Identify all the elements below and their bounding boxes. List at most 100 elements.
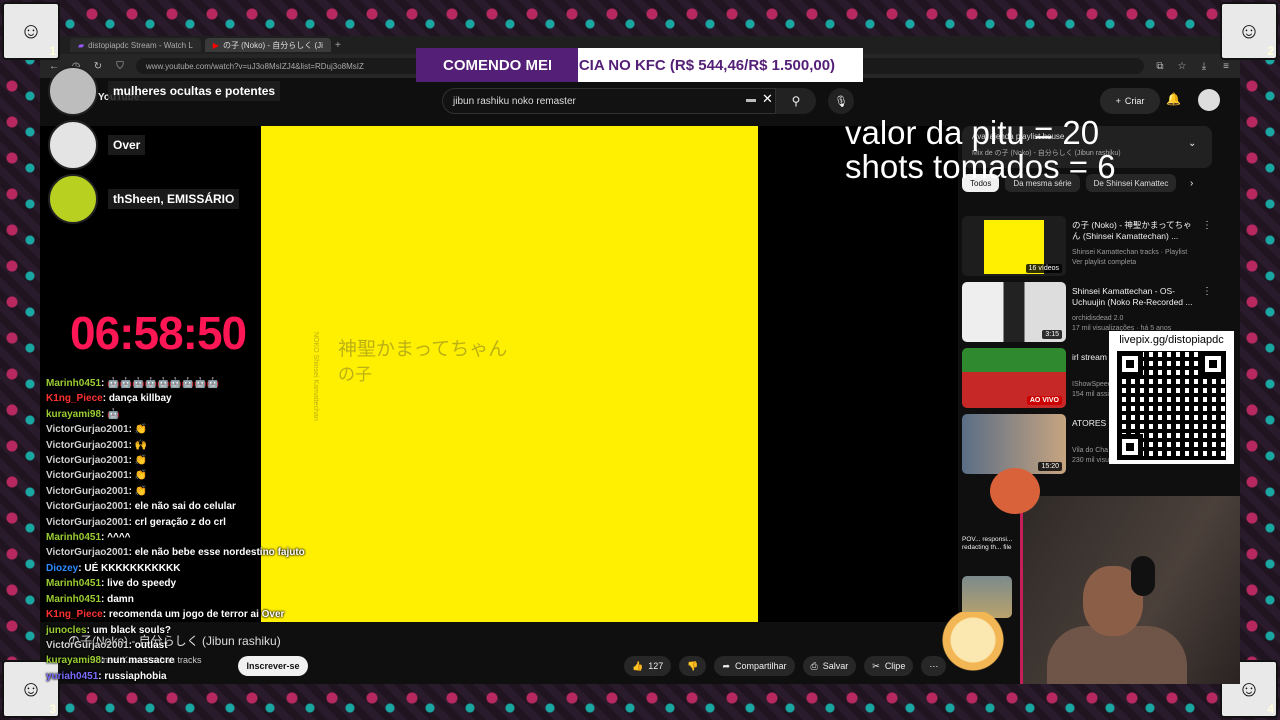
clear-search-icon[interactable]: ✕: [762, 91, 773, 107]
chat-username: VictorGurjao2001: [46, 470, 129, 482]
bookmark-icon: ⎙: [810, 660, 818, 671]
chat-text: live do speedy: [107, 578, 177, 590]
chatter-2: Over: [48, 120, 146, 170]
chat-username: VictorGurjao2001: [46, 639, 129, 651]
more-vert-icon[interactable]: ⋮: [1202, 286, 1212, 297]
anime-sticker: [938, 612, 1008, 682]
rec-title: POV... responsi... redacting th... file: [962, 536, 1013, 551]
chat-username: Marinh0451: [46, 578, 102, 590]
chat-text: ele não sai do celular: [134, 501, 236, 513]
corner-avatar-2: ☺ 2: [1220, 2, 1278, 60]
chat-username: yuriah0451: [46, 670, 99, 682]
download-icon[interactable]: ⤓: [1198, 61, 1210, 72]
tab-youtube[interactable]: ▶ の子 (Noko) - 自分らしく (Ji: [204, 38, 331, 52]
create-button[interactable]: + Criar: [1100, 88, 1160, 114]
tab-twitch[interactable]: ▰ distopiapdc Stream - Watch L: [70, 38, 201, 52]
more-vert-icon[interactable]: ⋮: [1202, 220, 1212, 231]
chat-message: junocles: um black souls?: [46, 624, 172, 636]
search-button[interactable]: ⚲: [776, 88, 816, 114]
menu-icon[interactable]: ≡: [1220, 61, 1232, 72]
chat-text: 🤖🤖🤖🤖🤖🤖🤖🤖🤖: [107, 378, 220, 389]
rec-title: の子 (Noko) - 神聖かまってちゃん (Shinsei Kamattech…: [1072, 220, 1192, 241]
chat-message: yuriah0451: russiaphobia: [46, 670, 167, 682]
chevron-right-icon[interactable]: ›: [1190, 178, 1193, 189]
chatter-3: thSheen, EMISSÁRIO: [48, 174, 240, 224]
rec-meta: Shinsei Kamattechan tracks · Playlist Ver…: [1072, 249, 1188, 266]
chat-message: VictorGurjao2001: 👏: [46, 470, 148, 482]
video-thumbnail: 15:20: [962, 414, 1066, 474]
chat-message: Marinh0451: live do speedy: [46, 578, 177, 590]
chat-message: VictorGurjao2001: crl geração z do crl: [46, 516, 226, 528]
chat-username: K1ng_Piece: [46, 393, 103, 405]
list-item[interactable]: 16 vídeos の子 (Noko) - 神聖かまってちゃん (Shinsei…: [962, 216, 1212, 278]
chevron-down-icon[interactable]: ⌄: [1188, 138, 1196, 149]
dislike-button[interactable]: 👎: [679, 656, 707, 676]
voice-search-button[interactable]: 🎙: [828, 88, 854, 114]
extension-icon[interactable]: ⧉: [1154, 61, 1166, 72]
chat-username: Marinh0451: [46, 532, 102, 544]
livepix-qr-panel: livepix.gg/distopiapdc: [1109, 331, 1234, 464]
save-button[interactable]: ⎙ Salvar: [802, 656, 857, 676]
chat-text: recomenda um jogo de terror ai Over: [108, 609, 285, 621]
chat-message: VictorGurjao2001: 👏: [46, 455, 148, 467]
qr-label: livepix.gg/distopiapdc: [1119, 334, 1224, 346]
chat-message: K1ng_Piece: recomenda um jogo de terror …: [46, 609, 285, 621]
chat-text: UÉ KKKKKKKKKKK: [84, 562, 181, 574]
chat-message: Marinh0451: damn: [46, 593, 134, 605]
keyboard-icon[interactable]: ▬: [746, 94, 756, 105]
thumbs-up-icon: 👍: [632, 660, 644, 671]
chat-text: nun massacre: [107, 655, 175, 667]
chat-username: Marinh0451: [46, 378, 102, 389]
chat-text: 👏: [134, 455, 148, 467]
chat-username: VictorGurjao2001: [46, 455, 129, 467]
dog-emote: [990, 468, 1040, 514]
chat-text: outlast: [134, 639, 168, 651]
chatter-avatar: [48, 174, 98, 224]
chat-message: K1ng_Piece: dança killbay: [46, 393, 172, 405]
chat-message: VictorGurjao2001: outlast: [46, 639, 168, 651]
rec-title: Shinsei Kamattechan - OS-Uchuujin (Noko …: [1072, 286, 1193, 307]
search-input[interactable]: jibun rashiku noko remaster: [442, 88, 776, 114]
stream-timer: 06:58:50: [70, 307, 247, 359]
donation-goal-banner: COMENDO MELANCIA NO KFC (R$ 544,46/R$ 1.…: [416, 48, 863, 82]
chat-username: junocles: [46, 624, 87, 636]
account-avatar[interactable]: [1198, 89, 1220, 111]
frame-bottom: [0, 684, 1280, 720]
microphone-icon: 🎙: [834, 95, 848, 108]
donation-goal-text: COMENDO MELANCIA NO KFC (R$ 544,46/R$ 1.…: [416, 57, 835, 74]
video-letterbox-right: [758, 126, 958, 622]
scissors-icon: ✂: [872, 660, 880, 671]
bookmark-icon[interactable]: ☆: [1176, 61, 1188, 72]
notifications-bell-icon[interactable]: 🔔: [1166, 92, 1181, 106]
chat-text: 👏: [134, 485, 148, 497]
chat-username: kurayami98: [46, 655, 102, 667]
chat-username: VictorGurjao2001: [46, 424, 129, 436]
qr-code: [1117, 351, 1226, 460]
chat-message: Marinh0451: 🤖🤖🤖🤖🤖🤖🤖🤖🤖: [46, 378, 220, 389]
chat-text: ^^^^: [107, 532, 131, 544]
chat-text: 🤖: [107, 408, 120, 420]
chat-text: russiaphobia: [104, 670, 167, 682]
search-icon: ⚲: [791, 94, 801, 108]
cover-title: 神聖かまってちゃん: [338, 338, 508, 360]
like-button[interactable]: 👍 127: [624, 656, 672, 676]
chatter-avatar: [48, 66, 98, 116]
webcam-feed: [1020, 496, 1240, 684]
share-icon: ➦: [722, 660, 731, 671]
chat-message: kurayami98: nun massacre: [46, 655, 175, 667]
chat-username: Diozey: [46, 562, 79, 574]
more-icon: ⋯: [929, 660, 939, 671]
list-item[interactable]: POV... responsi... redacting th... file: [962, 536, 1022, 618]
new-tab-button[interactable]: +: [335, 40, 341, 51]
chat-text: 👏: [134, 470, 148, 482]
clip-button[interactable]: ✂ Clipe: [864, 656, 914, 676]
chat-message: VictorGurjao2001: 👏: [46, 424, 148, 436]
chat-feed: Marinh0451: 🤖🤖🤖🤖🤖🤖🤖🤖🤖 K1ng_Piece: dança k…: [46, 376, 346, 684]
video-thumbnail: 3:15: [962, 282, 1066, 342]
chat-username: kurayami98: [46, 408, 102, 420]
chat-message: Marinh0451: ^^^^: [46, 532, 131, 544]
chat-message: VictorGurjao2001: ele não sai do celular: [46, 501, 236, 513]
chat-text: um black souls?: [92, 624, 172, 636]
share-button[interactable]: ➦ Compartilhar: [714, 656, 795, 676]
chat-text: dança killbay: [108, 393, 172, 405]
